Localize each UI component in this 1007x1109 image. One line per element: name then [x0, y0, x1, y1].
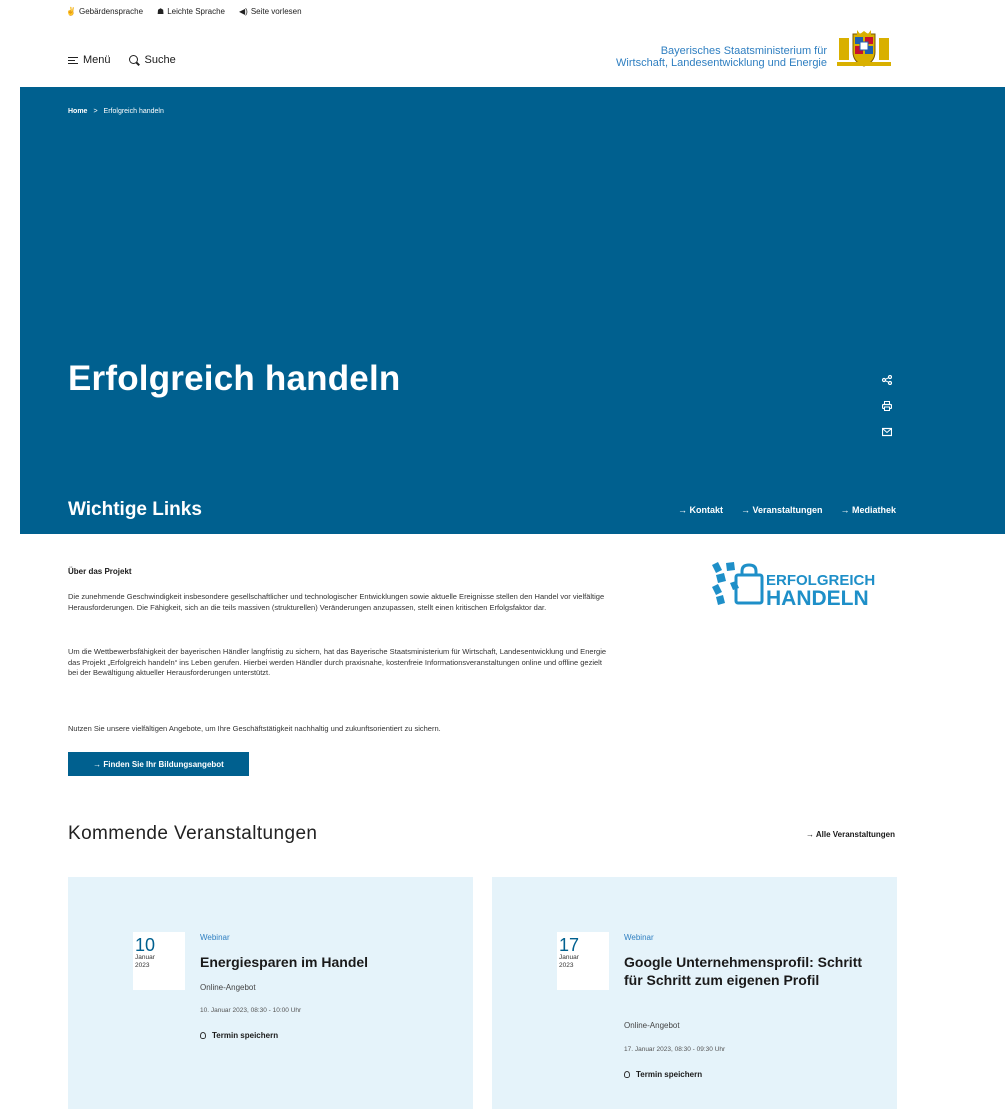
hero-banner: Home > Erfolgreich handeln Erfolgreich h… [20, 87, 1005, 534]
event-category: Webinar [200, 933, 230, 942]
search-icon [128, 54, 140, 66]
ministry-name-link[interactable]: Bayerisches Staatsministerium für Wirtsc… [616, 45, 827, 69]
event-day: 17 [559, 935, 580, 955]
important-links-title: Wichtige Links [68, 499, 202, 520]
save-event-label: Termin speichern [212, 1031, 279, 1040]
important-links-bar: Wichtige Links → Kontakt → Veranstaltung… [68, 499, 896, 521]
save-event-button[interactable]: Termin speichern [200, 1031, 278, 1040]
ministry-line-2: Wirtschaft, Landesentwicklung und Energi… [616, 57, 827, 69]
event-card[interactable]: 10 Januar 2023 Webinar Energiesparen im … [68, 877, 473, 1109]
sign-language-link[interactable]: ✌ Gebärdensprache [66, 7, 143, 16]
email-button[interactable] [880, 425, 894, 439]
menu-button[interactable]: Menü [68, 54, 111, 66]
bavarian-crest-logo[interactable] [833, 30, 895, 68]
hand-icon: ✌ [66, 7, 76, 16]
link-kontakt[interactable]: → Kontakt [678, 505, 723, 515]
mail-icon [882, 427, 892, 437]
accessibility-bar: ✌ Gebärdensprache ☗ Leichte Sprache ◀︎) … [66, 7, 302, 16]
event-datetime: 10. Januar 2023, 08:30 - 10:00 Uhr [200, 1007, 302, 1014]
event-datetime: 17. Januar 2023, 08:30 - 09:30 Uhr [624, 1046, 726, 1053]
easy-language-label: Leichte Sprache [167, 7, 226, 16]
event-category: Webinar [624, 933, 654, 942]
speaker-icon: ◀︎) [239, 7, 248, 16]
share-icon [882, 375, 892, 385]
read-aloud-link[interactable]: ◀︎) Seite vorlesen [239, 7, 302, 16]
header-nav: Menü Suche [68, 54, 176, 66]
event-date-box: 10 Januar 2023 [133, 932, 185, 990]
reminder-icon [624, 1071, 630, 1078]
sign-language-label: Gebärdensprache [78, 7, 144, 16]
event-card[interactable]: 17 Januar 2023 Webinar Google Unternehme… [492, 877, 897, 1109]
menu-label: Menü [83, 54, 111, 66]
breadcrumb-home-link[interactable]: Home [68, 108, 87, 115]
hamburger-icon [68, 56, 78, 64]
save-event-button[interactable]: Termin speichern [624, 1070, 702, 1079]
event-year: 2023 [559, 962, 574, 969]
breadcrumb-separator: > [93, 108, 98, 115]
search-button[interactable]: Suche [128, 54, 176, 66]
print-icon [882, 401, 892, 411]
read-aloud-label: Seite vorlesen [250, 7, 302, 16]
about-paragraph-3: Nutzen Sie unsere vielfältigen Angebote,… [68, 724, 441, 733]
about-section-title: Über das Projekt [68, 567, 132, 576]
logo-text-line-2: HANDELN [766, 587, 869, 609]
event-year: 2023 [135, 962, 150, 969]
about-paragraph-1: Die zunehmende Geschwindigkeit insbesond… [68, 592, 605, 612]
print-button[interactable] [880, 399, 894, 413]
event-title[interactable]: Google Unternehmensprofil: Schritt für S… [624, 953, 874, 989]
event-type: Online-Angebot [200, 983, 256, 992]
breadcrumb-current: Erfolgreich handeln [103, 108, 164, 115]
erfolgreich-handeln-logo: ERFOLGREICH HANDELN [712, 562, 875, 609]
easy-language-link[interactable]: ☗ Leichte Sprache [157, 7, 225, 16]
about-paragraph-2: Um die Wettbewerbsfähigkeit der bayerisc… [68, 647, 607, 677]
important-links-list: → Kontakt → Veranstaltungen → Mediathek [678, 505, 896, 515]
reminder-icon [200, 1032, 206, 1039]
event-type: Online-Angebot [624, 1021, 680, 1030]
event-day: 10 [135, 935, 156, 955]
event-title[interactable]: Energiesparen im Handel [200, 953, 450, 971]
link-mediathek[interactable]: → Mediathek [840, 505, 896, 515]
link-veranstaltungen[interactable]: → Veranstaltungen [741, 505, 823, 515]
all-events-link[interactable]: → Alle Veranstaltungen [806, 830, 895, 839]
save-event-label: Termin speichern [636, 1070, 703, 1079]
event-month: Januar [135, 954, 155, 961]
event-month: Januar [559, 954, 579, 961]
search-label: Suche [144, 54, 176, 66]
upcoming-events-title: Kommende Veranstaltungen [68, 823, 318, 844]
event-date-box: 17 Januar 2023 [557, 932, 609, 990]
find-education-offer-button[interactable]: → Finden Sie Ihr Bildungsangebot [68, 752, 249, 776]
share-button[interactable] [880, 373, 894, 387]
easy-language-icon: ☗ [157, 7, 165, 16]
breadcrumb: Home > Erfolgreich handeln [68, 108, 164, 115]
page-title: Erfolgreich handeln [68, 359, 401, 398]
page-tools [880, 373, 894, 439]
ministry-line-1: Bayerisches Staatsministerium für [660, 45, 827, 57]
